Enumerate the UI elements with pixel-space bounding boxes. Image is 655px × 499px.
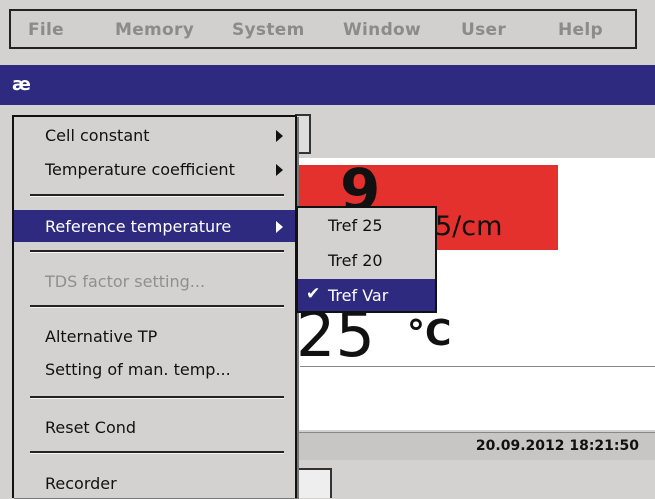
menu-bar: File Memory System Window User Help: [9, 9, 637, 49]
menu-separator: [30, 250, 284, 253]
menu-separator: [30, 451, 284, 454]
menu-item-label: Cell constant: [45, 126, 150, 145]
menu-window[interactable]: Window: [343, 20, 421, 40]
window-title: æ: [12, 74, 31, 95]
menu-item-label: Setting of man. temp...: [45, 360, 231, 379]
reference-temperature-submenu: Tref 25 Tref 20 ✔ Tref Var: [296, 206, 437, 313]
menu-item-label: TDS factor setting...: [45, 272, 206, 291]
menu-item-temperature-coefficient[interactable]: Temperature coefficient: [14, 153, 295, 185]
submenu-arrow-icon: [276, 130, 283, 142]
menu-item-alternative-tp[interactable]: Alternative TP: [14, 320, 295, 352]
conductivity-unit: 5/cm: [435, 211, 503, 242]
menu-item-label: Recorder: [45, 474, 117, 493]
submenu-item-tref-var[interactable]: ✔ Tref Var: [298, 279, 435, 311]
menu-item-label: Alternative TP: [45, 327, 158, 346]
menu-item-label: Reset Cond: [45, 418, 137, 437]
menu-item-setting-man-temp[interactable]: Setting of man. temp...: [14, 353, 295, 385]
submenu-item-tref-25[interactable]: Tref 25: [298, 209, 435, 241]
menu-memory[interactable]: Memory: [115, 20, 194, 40]
menu-system[interactable]: System: [232, 20, 305, 40]
menu-item-label: Reference temperature: [45, 217, 232, 236]
menu-separator: [30, 194, 284, 197]
dropdown-menu: Cell constant Temperature coefficient Re…: [12, 115, 297, 498]
menu-file[interactable]: File: [28, 20, 64, 40]
status-bar: 20.09.2012 18:21:50: [292, 432, 655, 460]
window-title-bar: æ: [0, 65, 655, 105]
submenu-arrow-icon: [276, 164, 283, 176]
menu-separator: [30, 305, 284, 308]
menu-item-reference-temperature[interactable]: Reference temperature: [14, 210, 295, 242]
submenu-item-label: Tref Var: [328, 286, 389, 305]
divider: [300, 366, 655, 367]
submenu-item-label: Tref 20: [328, 251, 383, 270]
menu-item-label: Temperature coefficient: [45, 160, 235, 179]
menu-item-recorder[interactable]: Recorder: [14, 467, 295, 499]
menu-item-cell-constant[interactable]: Cell constant: [14, 119, 295, 151]
submenu-arrow-icon: [276, 221, 283, 233]
bottom-tab[interactable]: [295, 468, 332, 498]
submenu-item-label: Tref 25: [328, 216, 383, 235]
menu-help[interactable]: Help: [558, 20, 603, 40]
check-icon: ✔: [306, 284, 321, 304]
temperature-unit: °C: [407, 313, 452, 354]
datetime-display: 20.09.2012 18:21:50: [475, 438, 639, 454]
menu-item-reset-cond[interactable]: Reset Cond: [14, 411, 295, 443]
tab[interactable]: [295, 114, 311, 154]
menu-separator: [30, 396, 284, 399]
menu-item-tds-factor-setting: TDS factor setting...: [14, 265, 295, 297]
submenu-item-tref-20[interactable]: Tref 20: [298, 244, 435, 276]
menu-user[interactable]: User: [461, 20, 506, 40]
